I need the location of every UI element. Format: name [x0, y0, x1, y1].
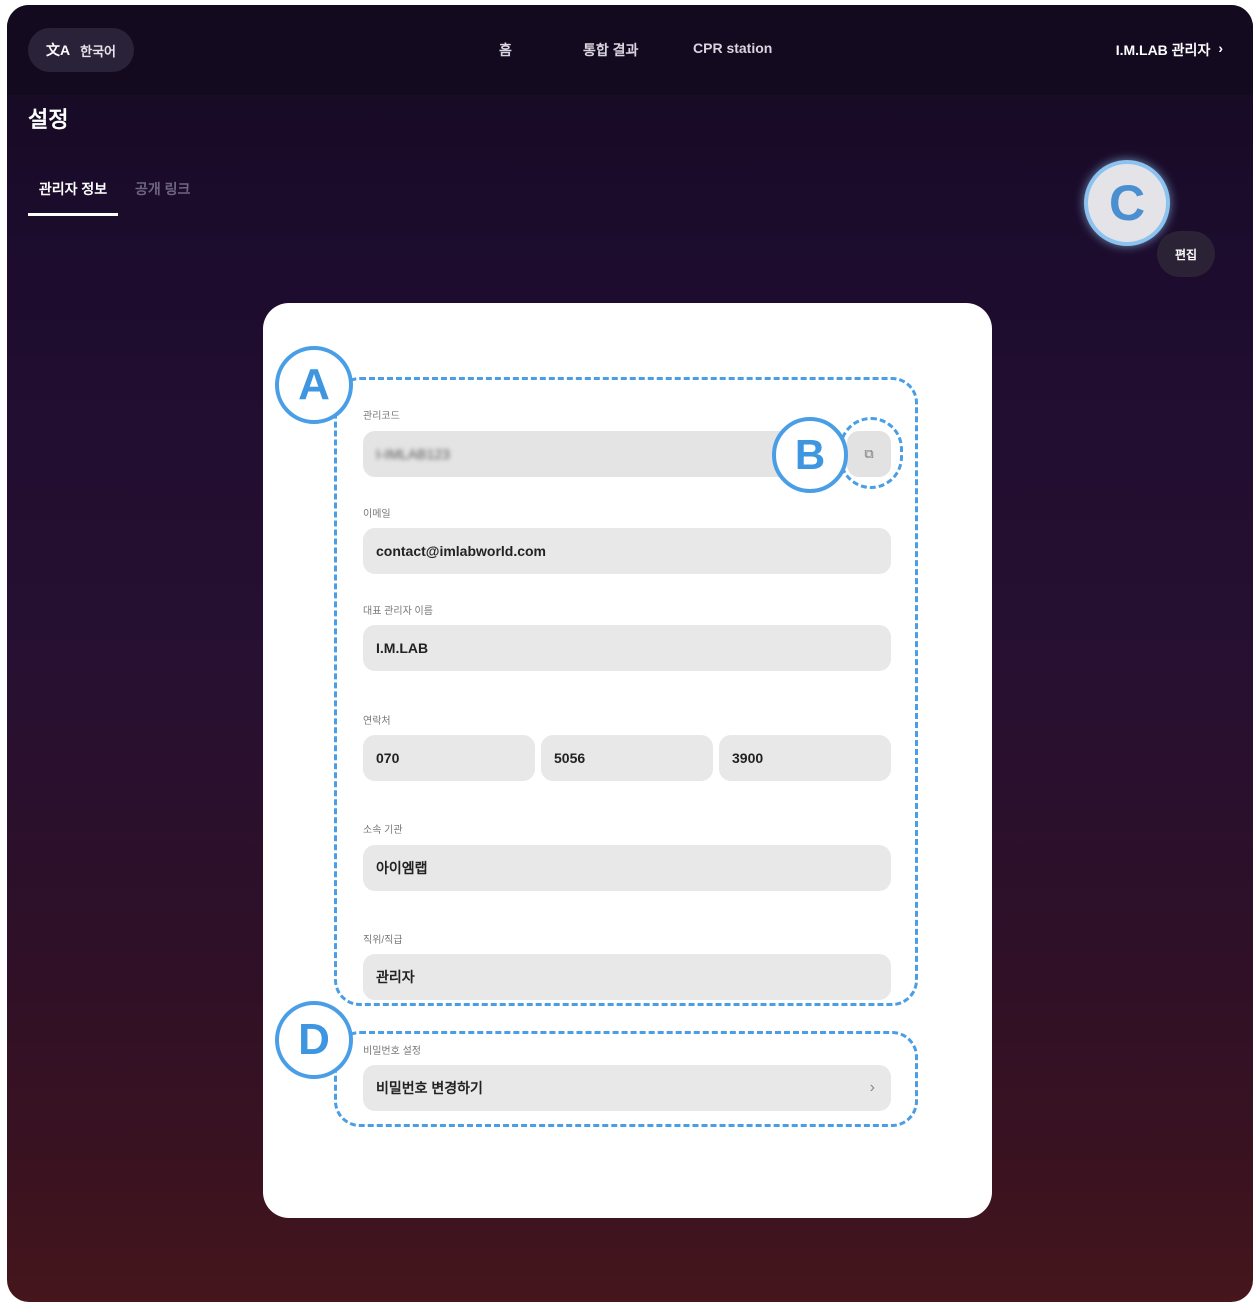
page-title: 설정 [28, 107, 69, 132]
nav-cpr-station[interactable]: CPR station [693, 40, 772, 56]
representative-name-label: 대표 관리자 이름 [363, 606, 433, 617]
role-field[interactable]: 관리자 [363, 954, 891, 1000]
admin-code-field: I-IMLAB123 [363, 431, 843, 477]
role-value: 관리자 [376, 969, 415, 985]
role-label: 직위/직급 [363, 935, 403, 946]
email-label: 이메일 [363, 509, 391, 520]
language-label: 한국어 [80, 43, 116, 59]
annotation-marker-a: A [275, 346, 353, 424]
admin-code-label: 관리코드 [363, 411, 400, 422]
annotation-box-b [839, 417, 903, 489]
chevron-right-icon: › [1218, 40, 1223, 56]
phone-label: 연락처 [363, 716, 391, 727]
organization-label: 소속 기관 [363, 825, 403, 836]
organization-field[interactable]: 아이엠랩 [363, 845, 891, 891]
language-selector-button[interactable]: 文A 한국어 [28, 28, 134, 72]
representative-name-value: I.M.LAB [376, 640, 429, 656]
phone-part-3: 3900 [732, 750, 764, 766]
account-menu[interactable]: I.M.LAB 관리자 › [1116, 40, 1223, 60]
app-window: 文A 한국어 홈 통합 결과 CPR station I.M.LAB 관리자 ›… [7, 5, 1253, 1302]
organization-value: 아이엠랩 [376, 860, 428, 876]
tab-admin-info[interactable]: 관리자 정보 [28, 179, 118, 216]
admin-code-value: I-IMLAB123 [376, 446, 450, 462]
edit-button[interactable]: 편집 [1157, 231, 1215, 277]
top-navigation-bar: 文A 한국어 홈 통합 결과 CPR station I.M.LAB 관리자 › [7, 5, 1253, 95]
phone-field-1[interactable]: 070 [363, 735, 535, 781]
email-field[interactable]: contact@imlabworld.com [363, 528, 891, 574]
phone-field-3[interactable]: 3900 [719, 735, 891, 781]
email-value: contact@imlabworld.com [376, 543, 547, 559]
representative-name-field[interactable]: I.M.LAB [363, 625, 891, 671]
phone-part-1: 070 [376, 750, 400, 766]
tab-public-link[interactable]: 공개 링크 [135, 179, 190, 199]
password-section-label: 비밀번호 설정 [363, 1046, 421, 1057]
nav-home[interactable]: 홈 [499, 40, 512, 60]
phone-part-2: 5056 [554, 750, 586, 766]
annotation-marker-b: B [772, 417, 848, 493]
account-label: I.M.LAB 관리자 [1115, 42, 1211, 58]
nav-integrated-results[interactable]: 통합 결과 [583, 40, 638, 60]
change-password-button[interactable]: 비밀번호 변경하기 › [363, 1065, 891, 1111]
annotation-marker-c: C [1084, 160, 1170, 246]
change-password-label: 비밀번호 변경하기 [376, 1080, 483, 1096]
admin-info-card: A 관리코드 I-IMLAB123 ⧉ B 이메일 contact@imlabw… [263, 303, 992, 1218]
phone-field-2[interactable]: 5056 [541, 735, 713, 781]
translate-icon: 文A [45, 42, 71, 58]
chevron-right-icon: › [869, 1079, 875, 1096]
annotation-marker-d: D [275, 1001, 353, 1079]
